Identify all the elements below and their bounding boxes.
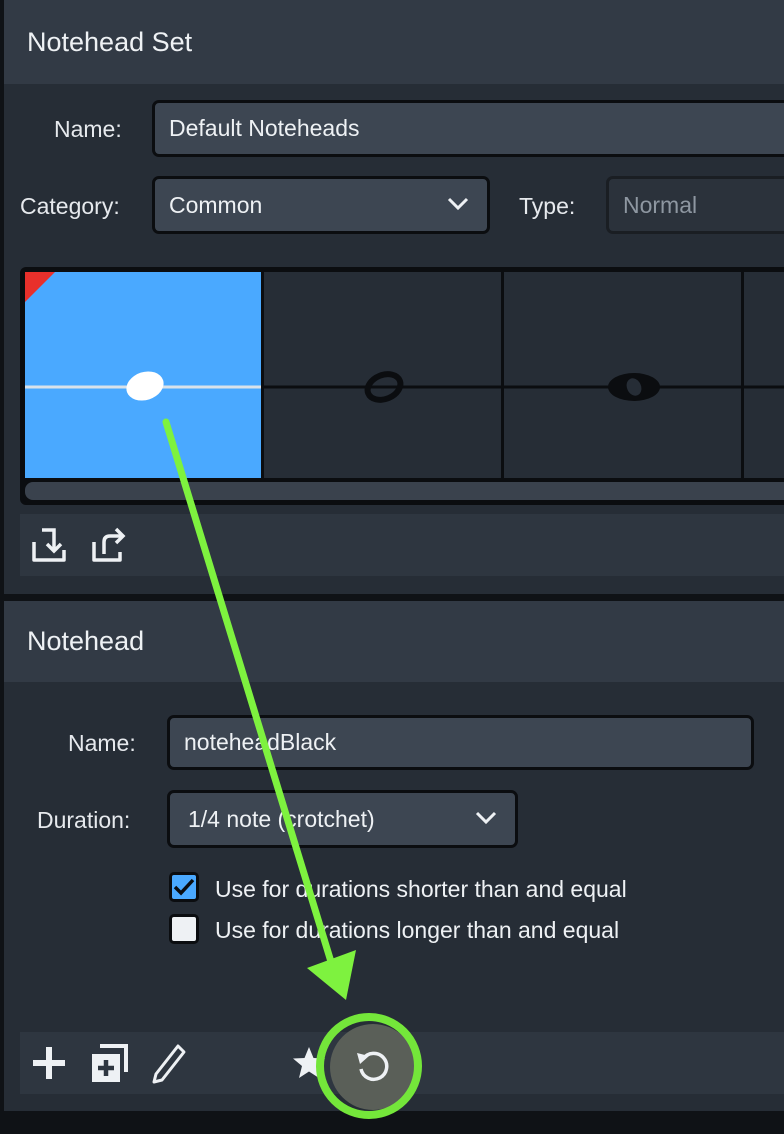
notehead-toolbar: [20, 1024, 784, 1110]
edit-button[interactable]: [146, 1040, 192, 1086]
grid-scrollbar[interactable]: [25, 482, 784, 500]
import-icon: [32, 528, 66, 562]
notehead-cell-selected[interactable]: [25, 272, 261, 478]
notehead-cell[interactable]: [744, 272, 784, 478]
notehead-name-value: noteheadBlack: [184, 729, 337, 755]
notehead-grid: [20, 267, 784, 505]
star-icon: [293, 1047, 325, 1078]
longer-durations-label: Use for durations longer than and equal: [215, 917, 620, 943]
duration-value: 1/4 note (crotchet): [188, 805, 375, 832]
category-value: Common: [169, 191, 263, 218]
notehead-whole-preview: [504, 373, 741, 401]
notehead-black-preview: [25, 272, 261, 401]
add-icon: [33, 1047, 65, 1079]
add-button[interactable]: [26, 1040, 72, 1086]
export-button[interactable]: [86, 522, 132, 568]
reset-icon: [357, 1051, 389, 1082]
duplicate-button[interactable]: [86, 1040, 132, 1086]
shorter-durations-checkbox[interactable]: [169, 872, 199, 902]
chevron-down-icon: [447, 197, 469, 211]
notehead-cell[interactable]: [504, 272, 741, 478]
notehead-set-toolbar: [20, 514, 784, 576]
set-name-label: Name:: [54, 116, 122, 142]
notehead-set-header: Notehead Set: [4, 0, 784, 84]
favorite-button[interactable]: [286, 1040, 332, 1086]
notehead-half-preview: [264, 371, 501, 403]
notehead-name-label: Name:: [68, 730, 136, 756]
notehead-panel: Notehead Name: noteheadBlack Duration: 1…: [4, 601, 784, 1111]
notehead-cell-staffline: [744, 385, 784, 389]
notehead-set-panel: Notehead Set Name: Default Noteheads Cat…: [4, 0, 784, 594]
longer-durations-checkbox[interactable]: [169, 914, 199, 944]
category-dropdown[interactable]: Common: [152, 176, 490, 234]
type-dropdown[interactable]: Normal: [606, 176, 784, 234]
notehead-title: Notehead: [27, 626, 145, 656]
duplicate-icon: [92, 1044, 128, 1082]
import-button[interactable]: [26, 522, 72, 568]
reset-button[interactable]: [330, 1024, 416, 1110]
export-icon: [92, 527, 126, 562]
chevron-down-icon: [475, 811, 497, 825]
type-label: Type:: [519, 193, 576, 219]
set-name-input[interactable]: Default Noteheads: [152, 100, 784, 157]
type-value: Normal: [623, 191, 698, 218]
category-label: Category:: [20, 193, 120, 219]
shorter-durations-label: Use for durations shorter than and equal: [215, 876, 627, 902]
edit-icon: [152, 1044, 186, 1084]
notehead-set-title: Notehead Set: [27, 27, 193, 57]
notehead-header: Notehead: [4, 601, 784, 682]
duration-dropdown[interactable]: 1/4 note (crotchet): [167, 790, 518, 848]
set-name-value: Default Noteheads: [169, 115, 360, 141]
notehead-name-input[interactable]: noteheadBlack: [167, 715, 754, 770]
checkmark-icon: [173, 878, 195, 896]
duration-label: Duration:: [37, 807, 131, 833]
notehead-cell[interactable]: [264, 272, 501, 478]
